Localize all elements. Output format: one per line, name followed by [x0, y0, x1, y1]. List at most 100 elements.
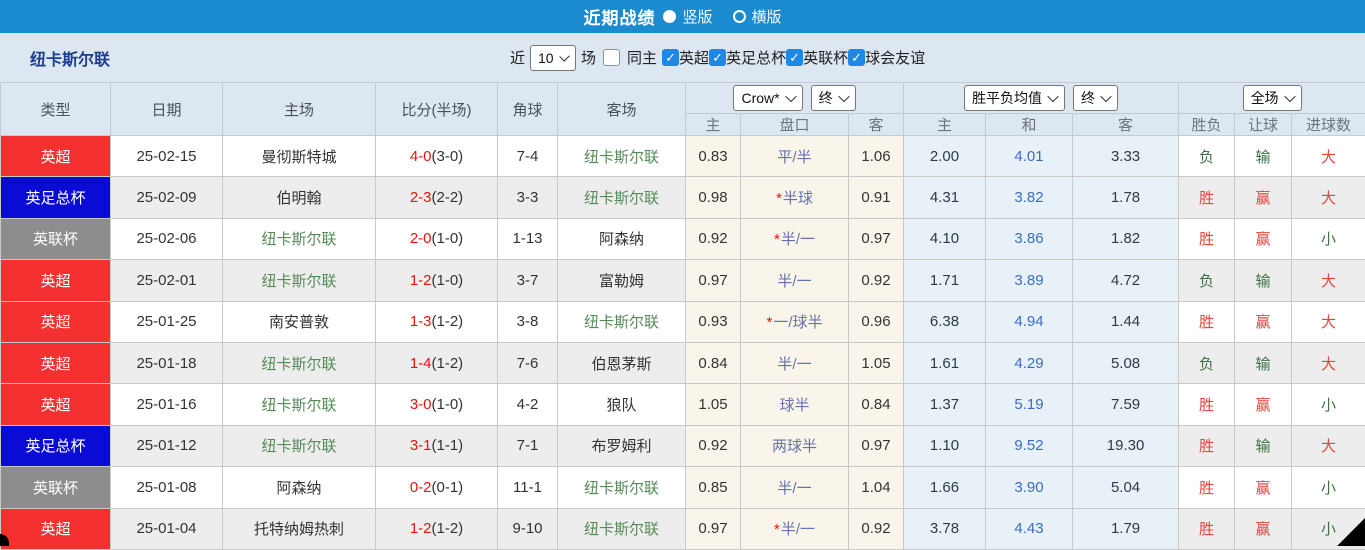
competition-label: 英联杯 — [803, 47, 848, 68]
same-home-checkbox[interactable] — [603, 49, 620, 66]
match-type-badge: 英超 — [1, 342, 111, 383]
match-date: 25-02-06 — [111, 218, 223, 259]
avg-away: 1.78 — [1073, 177, 1179, 218]
result-handicap: 赢 — [1235, 218, 1292, 259]
match-count-select[interactable]: 10 — [530, 45, 576, 71]
handicap-change-icon: * — [776, 190, 782, 207]
match-type-badge: 英足总杯 — [1, 177, 111, 218]
corners: 7-4 — [498, 136, 558, 177]
avg-draw: 4.29 — [986, 342, 1073, 383]
table-row: 英超25-01-25南安普敦1-3(1-2)3-8纽卡斯尔联0.93*一/球半0… — [1, 301, 1365, 342]
sub-header-avg-home: 主 — [904, 114, 986, 136]
table-row: 英联杯25-02-06纽卡斯尔联2-0(1-0)1-13阿森纳0.92*半/一0… — [1, 218, 1365, 259]
chevron-down-icon — [1047, 91, 1058, 102]
odds-source-select[interactable]: Crow* — [733, 85, 802, 111]
competition-checkbox[interactable]: ✓ — [709, 49, 726, 66]
layout-radio-selected[interactable] — [663, 10, 676, 23]
chevron-down-icon — [559, 51, 570, 62]
handicap: 半/一 — [741, 467, 849, 508]
match-score: 3-1(1-1) — [376, 425, 498, 466]
col-header-away: 客场 — [558, 83, 686, 136]
corners: 7-1 — [498, 425, 558, 466]
match-type-badge: 英足总杯 — [1, 425, 111, 466]
team-name: 纽卡斯尔联 — [30, 46, 110, 70]
competition-filters: ✓英超✓英足总杯✓英联杯✓球会友谊 — [662, 47, 925, 68]
match-date: 25-01-08 — [111, 467, 223, 508]
handicap-change-icon: * — [766, 314, 772, 331]
corners: 11-1 — [498, 467, 558, 508]
chevron-down-icon — [1284, 91, 1295, 102]
avg-home: 4.31 — [904, 177, 986, 218]
score-halftime: (1-2) — [432, 355, 464, 372]
results-table: 类型 日期 主场 比分(半场) 角球 客场 Crow* 终 — [0, 82, 1365, 550]
result-wdl: 负 — [1179, 136, 1235, 177]
result-group-header: 全场 — [1179, 83, 1365, 114]
avg-draw: 4.43 — [986, 508, 1073, 549]
score-halftime: (1-0) — [432, 230, 464, 247]
score-fulltime: 3-0 — [410, 396, 432, 413]
result-goals: 大 — [1292, 425, 1365, 466]
odds-home: 0.85 — [686, 467, 741, 508]
match-score: 2-3(2-2) — [376, 177, 498, 218]
away-team: 纽卡斯尔联 — [558, 136, 686, 177]
handicap: 两球半 — [741, 425, 849, 466]
result-handicap: 赢 — [1235, 508, 1292, 549]
away-team: 布罗姆利 — [558, 425, 686, 466]
score-fulltime: 1-2 — [410, 520, 432, 537]
table-row: 英超25-02-15曼彻斯特城4-0(3-0)7-4纽卡斯尔联0.83平/半1.… — [1, 136, 1365, 177]
handicap-text: 半/一 — [777, 273, 811, 290]
competition-checkbox[interactable]: ✓ — [786, 49, 803, 66]
avg-away: 4.72 — [1073, 260, 1179, 301]
avg-draw: 4.01 — [986, 136, 1073, 177]
filters: 近 10 场 同主 ✓英超✓英足总杯✓英联杯✓球会友谊 — [510, 45, 925, 71]
odds-away: 1.04 — [849, 467, 904, 508]
avg-away: 3.33 — [1073, 136, 1179, 177]
result-wdl: 负 — [1179, 342, 1235, 383]
result-goals: 大 — [1292, 301, 1365, 342]
sub-header-avg-away: 客 — [1073, 114, 1179, 136]
away-team: 狼队 — [558, 384, 686, 425]
result-wdl: 胜 — [1179, 218, 1235, 259]
scope-select[interactable]: 全场 — [1243, 85, 1302, 111]
away-team: 伯恩茅斯 — [558, 342, 686, 383]
sub-header-result-wdl: 胜负 — [1179, 114, 1235, 136]
corners: 7-6 — [498, 342, 558, 383]
col-header-type: 类型 — [1, 83, 111, 136]
avg-time-select[interactable]: 终 — [1073, 85, 1118, 111]
handicap: 半/一 — [741, 342, 849, 383]
result-wdl: 负 — [1179, 260, 1235, 301]
col-header-corners: 角球 — [498, 83, 558, 136]
handicap-change-icon: * — [774, 521, 780, 538]
avg-home: 2.00 — [904, 136, 986, 177]
avg-away: 1.82 — [1073, 218, 1179, 259]
match-date: 25-01-25 — [111, 301, 223, 342]
competition-checkbox[interactable]: ✓ — [662, 49, 679, 66]
odds-away: 0.96 — [849, 301, 904, 342]
avg-source-select[interactable]: 胜平负均值 — [964, 85, 1065, 111]
chevron-down-icon — [838, 91, 849, 102]
odds-home: 1.05 — [686, 384, 741, 425]
handicap-text: 半/一 — [777, 480, 811, 497]
sub-header-result-goals: 进球数 — [1292, 114, 1365, 136]
odds-home: 0.92 — [686, 218, 741, 259]
layout-radio-unselected[interactable] — [733, 10, 746, 23]
odds-away: 1.05 — [849, 342, 904, 383]
away-team: 纽卡斯尔联 — [558, 301, 686, 342]
sub-header-handicap: 盘口 — [741, 114, 849, 136]
page-title: 近期战绩 — [583, 4, 655, 29]
away-team: 富勒姆 — [558, 260, 686, 301]
sub-header-odds-home: 主 — [686, 114, 741, 136]
result-goals: 大 — [1292, 136, 1365, 177]
topbar: 近期战绩 竖版横版 — [0, 0, 1365, 33]
avg-home: 1.37 — [904, 384, 986, 425]
avg-draw: 9.52 — [986, 425, 1073, 466]
odds-away: 0.92 — [849, 260, 904, 301]
table-row: 英联杯25-01-08阿森纳0-2(0-1)11-1纽卡斯尔联0.85半/一1.… — [1, 467, 1365, 508]
match-type-badge: 英超 — [1, 508, 111, 549]
odds-time-select[interactable]: 终 — [811, 85, 856, 111]
home-team: 伯明翰 — [223, 177, 376, 218]
score-fulltime: 1-2 — [410, 272, 432, 289]
avg-source-value: 胜平负均值 — [972, 88, 1042, 108]
competition-checkbox[interactable]: ✓ — [848, 49, 865, 66]
home-team: 纽卡斯尔联 — [223, 260, 376, 301]
